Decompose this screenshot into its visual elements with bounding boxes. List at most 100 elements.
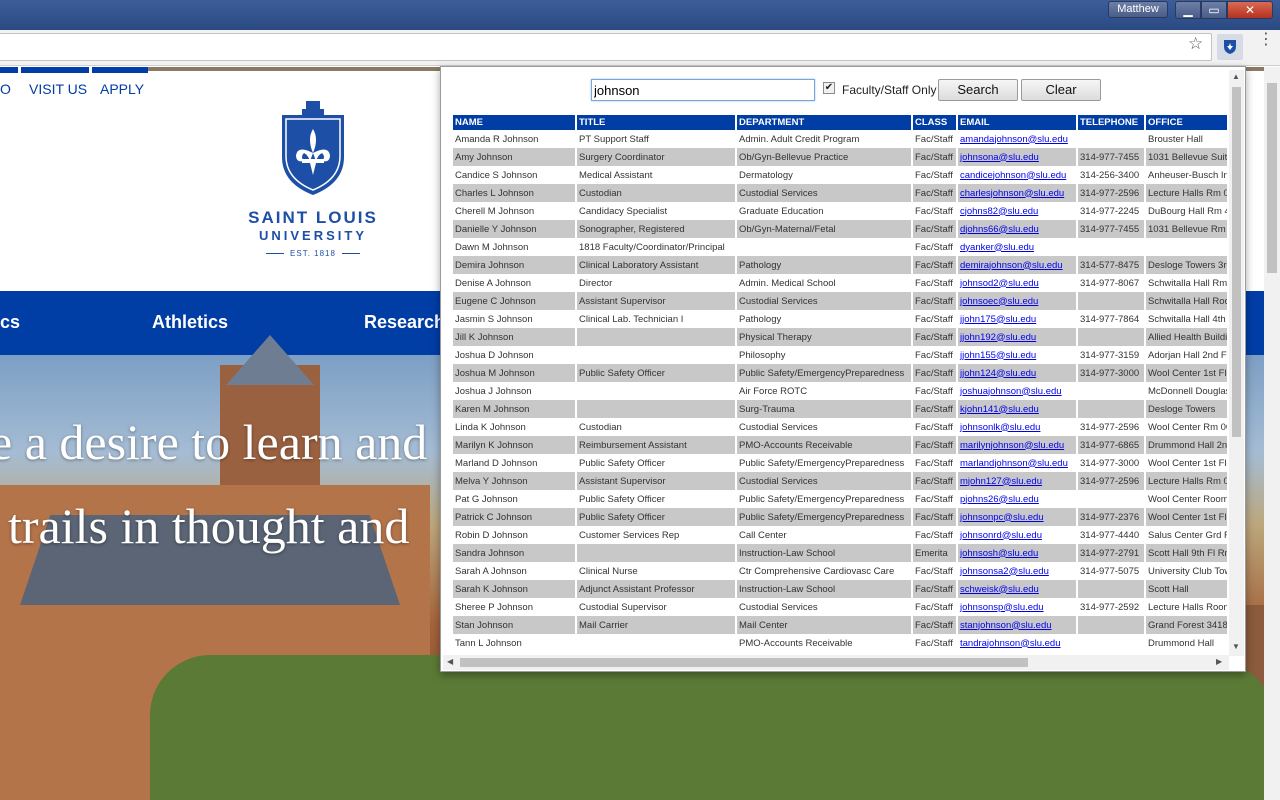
cell-telephone: 314-977-2791 (1078, 544, 1144, 562)
popup-horizontal-scrollbar[interactable]: ◀ ▶ (443, 655, 1229, 670)
cell-email[interactable]: jjohn124@slu.edu (958, 364, 1076, 382)
cell-email[interactable]: johnsosh@slu.edu (958, 544, 1076, 562)
cell-department: Ob/Gyn-Maternal/Fetal (737, 220, 911, 238)
cell-email[interactable]: mjohn127@slu.edu (958, 472, 1076, 490)
hero-headline-1: e a desire to learn and (0, 414, 428, 470)
slu-directory-extension-icon[interactable] (1217, 34, 1243, 60)
cell-name: Sandra Johnson (453, 544, 575, 562)
table-row: Jill K Johnson Physical Therapy Fac/Staff j… (453, 328, 1227, 346)
cell-email[interactable]: amandajohnson@slu.edu (958, 130, 1076, 148)
clear-button[interactable]: Clear (1021, 79, 1101, 101)
maximize-button[interactable]: ▭ (1201, 1, 1227, 19)
cell-email[interactable]: johnsonsa2@slu.edu (958, 562, 1076, 580)
cell-email[interactable]: demirajohnson@slu.edu (958, 256, 1076, 274)
popup-horizontal-scrollbar-thumb[interactable] (460, 658, 1028, 667)
table-row: Sandra Johnson Instruction-Law School Emer… (453, 544, 1227, 562)
cell-telephone (1078, 328, 1144, 346)
cell-email[interactable]: johnsonrd@slu.edu (958, 526, 1076, 544)
nav-athletics[interactable]: Athletics (152, 312, 228, 333)
slu-logo[interactable]: SAINT LOUIS UNIVERSITY EST. 1818 (246, 101, 380, 258)
cell-email[interactable]: jjohn192@slu.edu (958, 328, 1076, 346)
popup-vertical-scrollbar[interactable]: ▲ ▼ (1229, 70, 1244, 656)
close-button[interactable]: ✕ (1227, 1, 1273, 19)
cell-email[interactable]: johnsonsp@slu.edu (958, 598, 1076, 616)
cell-title (577, 544, 735, 562)
cell-email[interactable]: johnsona@slu.edu (958, 148, 1076, 166)
profile-button[interactable]: Matthew (1108, 1, 1168, 18)
shield-icon (1224, 40, 1236, 54)
cell-email[interactable]: stanjohnson@slu.edu (958, 616, 1076, 634)
nav-academics[interactable]: cs (0, 312, 20, 333)
table-row: Joshua M Johnson Public Safety Officer Pub… (453, 364, 1227, 382)
cell-email[interactable]: cjohns82@slu.edu (958, 202, 1076, 220)
nav-research[interactable]: Research (364, 312, 445, 333)
column-header-name[interactable]: NAME (453, 115, 575, 130)
cell-email[interactable]: joshuajohnson@slu.edu (958, 382, 1076, 400)
faculty-staff-only-checkbox[interactable]: ✔ (823, 82, 835, 94)
cell-email[interactable]: kjohn141@slu.edu (958, 400, 1076, 418)
address-bar[interactable] (0, 33, 1212, 61)
cell-telephone: 314-977-2376 (1078, 508, 1144, 526)
cell-email[interactable]: candicejohnson@slu.edu (958, 166, 1076, 184)
cell-telephone: 314-577-8475 (1078, 256, 1144, 274)
cell-email[interactable]: johnsonpc@slu.edu (958, 508, 1076, 526)
bookmark-star-icon[interactable]: ☆ (1188, 34, 1203, 54)
table-row: Dawn M Johnson 1818 Faculty/Coordinator/P… (453, 238, 1227, 256)
cell-name: Jasmin S Johnson (455, 313, 533, 325)
cell-email[interactable]: tandrajohnson@slu.edu (958, 634, 1076, 652)
cell-department: Public Safety/EmergencyPreparedness (739, 457, 905, 469)
cell-office: Anheuser-Busch Insti (1148, 169, 1227, 181)
scroll-left-arrow-icon[interactable]: ◀ (447, 657, 453, 666)
column-header-class[interactable]: CLASS (913, 115, 956, 130)
topnav-accent (92, 67, 148, 73)
table-row: Stan Johnson Mail Carrier Mail Center Fac/S… (453, 616, 1227, 634)
cell-title (577, 328, 735, 346)
scroll-right-arrow-icon[interactable]: ▶ (1216, 657, 1222, 666)
cell-class: Fac/Staff (915, 205, 953, 217)
cell-office: Desloge Towers (1146, 400, 1227, 418)
column-header-title[interactable]: TITLE (577, 115, 735, 130)
cell-office: Wool Center 1st Floo (1148, 457, 1227, 469)
cell-email[interactable]: schweisk@slu.edu (958, 580, 1076, 598)
scroll-up-arrow-icon[interactable]: ▲ (1232, 72, 1240, 81)
column-header-office[interactable]: OFFICE (1146, 115, 1227, 130)
cell-department: Custodial Services (737, 472, 911, 490)
cell-title: Custodian (579, 421, 622, 433)
results-table: NAME TITLE DEPARTMENT CLASS EMAIL TELEPH… (453, 115, 1227, 652)
cell-department: Ob/Gyn-Bellevue Practice (737, 148, 911, 166)
search-button[interactable]: Search (938, 79, 1018, 101)
cell-name: Joshua J Johnson (455, 385, 532, 397)
cell-email[interactable]: dyanker@slu.edu (958, 238, 1076, 256)
cell-email[interactable]: jjohn175@slu.edu (958, 310, 1076, 328)
cell-title: PT Support Staff (579, 133, 649, 145)
table-row: Patrick C Johnson Public Safety Officer Pu… (453, 508, 1227, 526)
cell-email[interactable]: johnsod2@slu.edu (958, 274, 1076, 292)
minimize-button[interactable]: ▁ (1175, 1, 1201, 19)
cell-email[interactable]: johnsonlk@slu.edu (958, 418, 1076, 436)
table-row: Joshua D Johnson Philosophy Fac/Staff jjohn… (453, 346, 1227, 364)
cell-email[interactable]: jjohn155@slu.edu (958, 346, 1076, 364)
table-row: Cherell M Johnson Candidacy Specialist Gra… (453, 202, 1227, 220)
column-header-telephone[interactable]: TELEPHONE (1078, 115, 1144, 130)
visit-us-link[interactable]: VISIT US (29, 81, 87, 97)
cell-title: Clinical Lab. Technician I (579, 313, 684, 325)
cell-email[interactable]: marlandjohnson@slu.edu (958, 454, 1076, 472)
cell-telephone (1078, 238, 1144, 256)
apply-link[interactable]: APPLY (100, 81, 144, 97)
page-scrollbar[interactable] (1264, 67, 1280, 800)
cell-email[interactable]: djohns66@slu.edu (958, 220, 1076, 238)
cell-email[interactable]: pjohns26@slu.edu (958, 490, 1076, 508)
column-header-department[interactable]: DEPARTMENT (737, 115, 911, 130)
search-input[interactable] (591, 79, 815, 101)
cell-email[interactable]: johnsoec@slu.edu (958, 292, 1076, 310)
browser-menu-icon[interactable]: ⋮ (1258, 32, 1274, 48)
scroll-down-arrow-icon[interactable]: ▼ (1232, 642, 1240, 651)
column-header-email[interactable]: EMAIL (958, 115, 1076, 130)
cell-department: Custodial Services (737, 184, 911, 202)
popup-vertical-scrollbar-thumb[interactable] (1232, 87, 1241, 437)
cell-email[interactable]: charlesjohnson@slu.edu (958, 184, 1076, 202)
cell-class: Fac/Staff (913, 184, 956, 202)
page-scrollbar-thumb[interactable] (1267, 83, 1277, 273)
utility-nav-link[interactable]: O (0, 81, 11, 97)
cell-email[interactable]: marilynjohnson@slu.edu (958, 436, 1076, 454)
